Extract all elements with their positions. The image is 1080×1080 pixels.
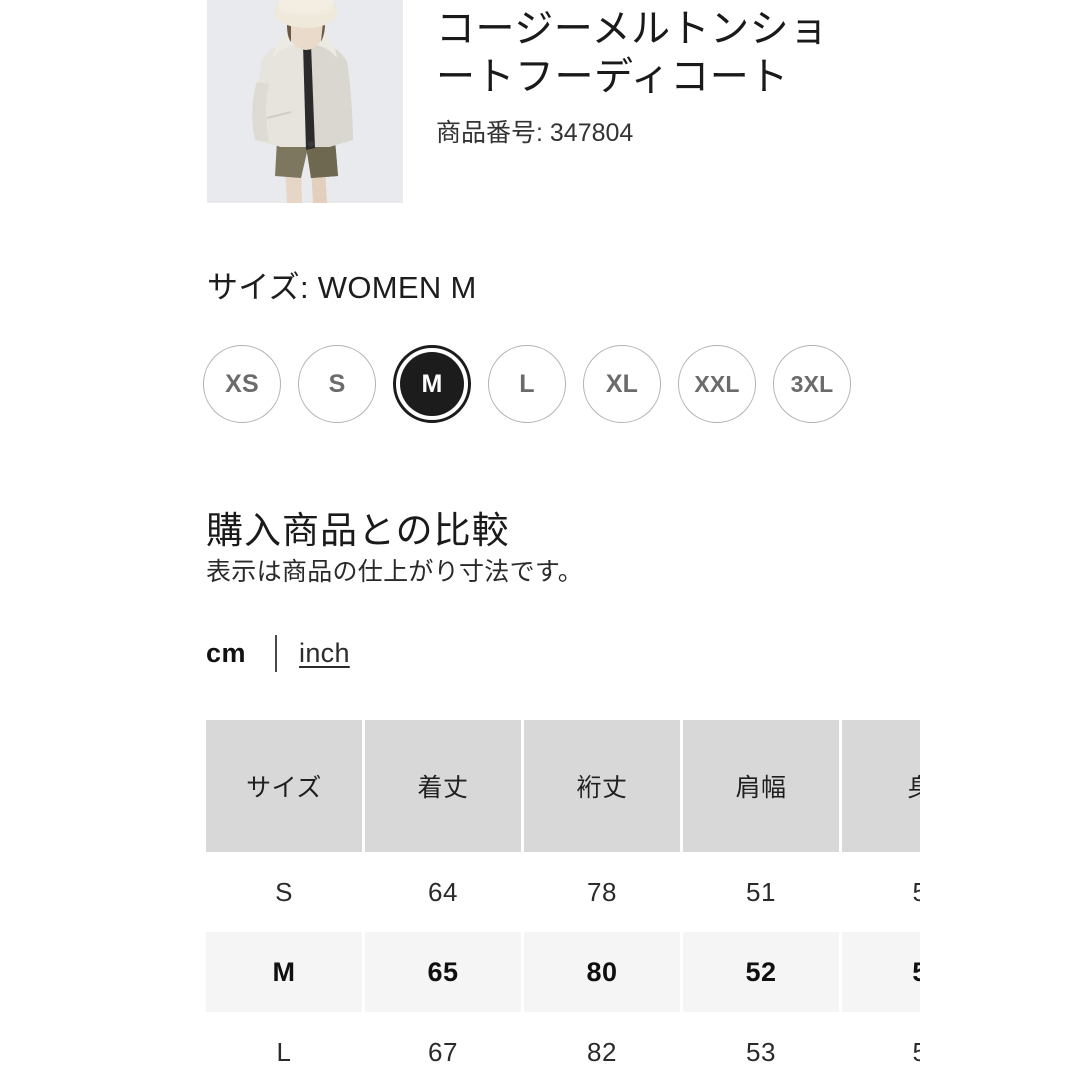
product-thumbnail[interactable] <box>207 0 403 203</box>
size-option-list: XS S M L XL XXL 3XL <box>203 345 851 423</box>
size-option-label: 3XL <box>790 370 834 397</box>
cell-shoulder: 53 <box>683 1012 842 1080</box>
unit-toggle: cm inch <box>206 633 350 673</box>
selected-size-label: サイズ: WOMEN M <box>207 270 477 305</box>
unit-option-inch[interactable]: inch <box>299 639 350 667</box>
product-info: コージーメルトンショートフーディコート 商品番号: 347804 <box>403 0 907 148</box>
size-option-label: S <box>328 369 346 398</box>
size-option-xs[interactable]: XS <box>203 345 281 423</box>
column-header-shoulder: 肩幅 <box>683 720 842 852</box>
cell-shoulder: 52 <box>683 932 842 1012</box>
size-option-xxl[interactable]: XXL <box>678 345 756 423</box>
product-title: コージーメルトンショートフーディコート <box>436 8 829 99</box>
size-option-label: M <box>421 369 443 398</box>
column-header-chest: 身 <box>842 720 920 852</box>
cell-shoulder: 51 <box>683 852 842 932</box>
cell-size: S <box>206 852 365 932</box>
cell-length: 64 <box>365 852 524 932</box>
cell-chest: 5 <box>842 932 920 1012</box>
cell-length: 65 <box>365 932 524 1012</box>
cell-chest: 5 <box>842 852 920 932</box>
size-table-head: サイズ 着丈 裄丈 肩幅 身 <box>206 720 920 852</box>
size-option-label: L <box>519 369 535 398</box>
cell-sleeve: 80 <box>524 932 683 1012</box>
size-chart-page: コージーメルトンショートフーディコート 商品番号: 347804 サイズ: WO… <box>0 0 1080 1080</box>
cell-sleeve: 78 <box>524 852 683 932</box>
product-code: 商品番号: 347804 <box>436 119 634 148</box>
table-row[interactable]: S 64 78 51 5 <box>206 852 920 932</box>
size-option-xl[interactable]: XL <box>583 345 661 423</box>
cell-chest: 5 <box>842 1012 920 1080</box>
column-header-sleeve: 裄丈 <box>524 720 683 852</box>
size-table-body: S 64 78 51 5 M 65 80 52 5 L 67 <box>206 852 920 1080</box>
size-table-header-row: サイズ 着丈 裄丈 肩幅 身 <box>206 720 920 852</box>
unit-option-cm[interactable]: cm <box>206 639 246 667</box>
size-option-l[interactable]: L <box>488 345 566 423</box>
column-header-size: サイズ <box>206 720 365 852</box>
size-option-m[interactable]: M <box>393 345 471 423</box>
size-table-container[interactable]: サイズ 着丈 裄丈 肩幅 身 S 64 78 51 5 <box>206 720 920 1080</box>
comparison-note: 表示は商品の仕上がり寸法です。 <box>206 558 584 586</box>
product-header: コージーメルトンショートフーディコート 商品番号: 347804 <box>207 0 907 203</box>
size-table: サイズ 着丈 裄丈 肩幅 身 S 64 78 51 5 <box>206 720 920 1080</box>
comparison-heading: 購入商品との比較 <box>206 509 510 551</box>
table-row[interactable]: M 65 80 52 5 <box>206 932 920 1012</box>
unit-divider <box>275 634 278 672</box>
cell-size: M <box>206 932 365 1012</box>
column-header-length: 着丈 <box>365 720 524 852</box>
product-photo-icon <box>207 0 403 203</box>
size-option-s[interactable]: S <box>298 345 376 423</box>
table-row[interactable]: L 67 82 53 5 <box>206 1012 920 1080</box>
cell-length: 67 <box>365 1012 524 1080</box>
size-option-label: XS <box>225 369 259 398</box>
cell-sleeve: 82 <box>524 1012 683 1080</box>
size-option-3xl[interactable]: 3XL <box>773 345 851 423</box>
size-option-label: XXL <box>694 370 740 397</box>
cell-size: L <box>206 1012 365 1080</box>
size-option-label: XL <box>605 369 639 398</box>
